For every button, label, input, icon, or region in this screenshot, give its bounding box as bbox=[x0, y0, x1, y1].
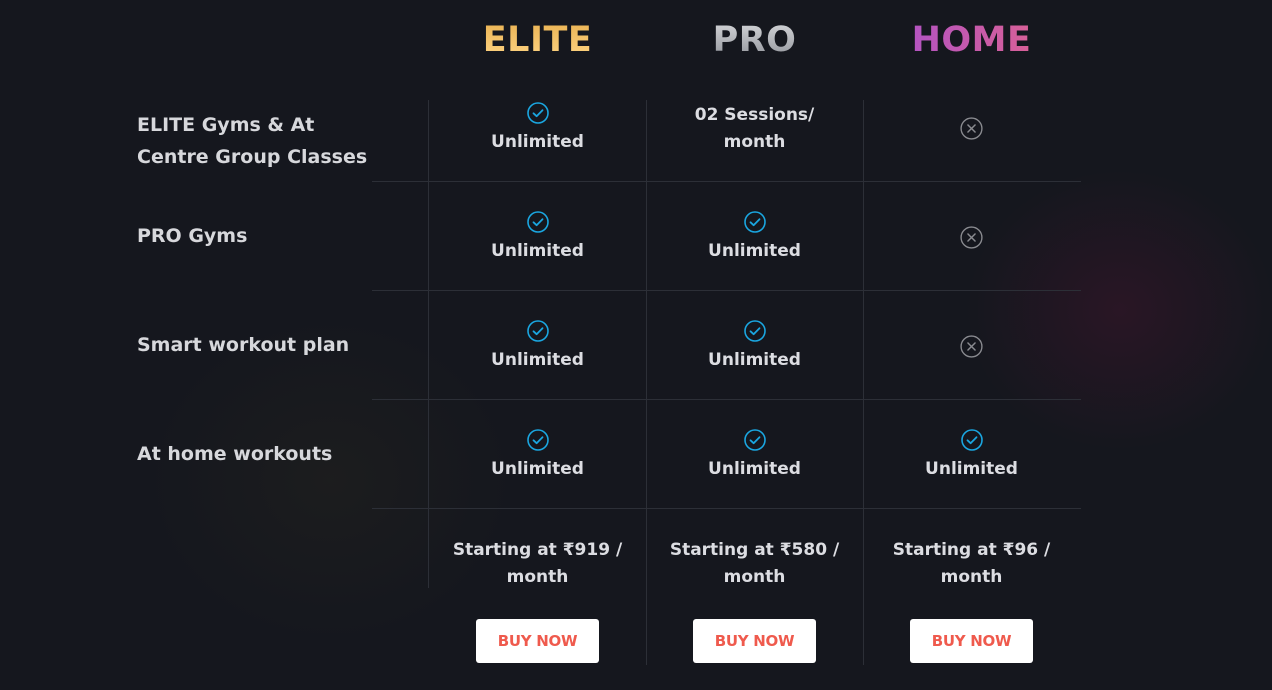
price-line: Starting at ₹96 / bbox=[892, 540, 1051, 560]
feature-value: Unlimited bbox=[925, 459, 1018, 479]
feature-value: Unlimited bbox=[708, 459, 801, 479]
x-circle-icon bbox=[960, 226, 983, 249]
feature-label-pro-gyms: PRO Gyms bbox=[137, 225, 248, 247]
feature-value: 02 Sessions/ month bbox=[694, 104, 815, 152]
x-circle-icon bbox=[960, 117, 983, 140]
feature-cell-elite: Unlimited bbox=[429, 74, 646, 183]
feature-value: Unlimited bbox=[491, 350, 584, 370]
feature-value: Unlimited bbox=[491, 132, 584, 152]
feature-label-elite-gyms: ELITE Gyms & At Centre Group Classes bbox=[137, 114, 368, 168]
feature-cell-pro: 02 Sessions/ month bbox=[646, 74, 863, 183]
feature-value: Unlimited bbox=[491, 459, 584, 479]
feature-label-smart-workout-plan: Smart workout plan bbox=[137, 334, 350, 356]
check-circle-icon bbox=[526, 429, 549, 451]
check-circle-icon bbox=[743, 429, 766, 451]
check-circle-icon bbox=[526, 320, 549, 342]
check-circle-icon bbox=[526, 211, 549, 233]
feature-cell-elite: Unlimited bbox=[429, 292, 646, 401]
plan-header-pro: PRO bbox=[646, 18, 863, 62]
feature-cell-home: Unlimited bbox=[863, 401, 1080, 510]
plan-header-home: HOME bbox=[863, 18, 1080, 62]
feature-cell-elite: Unlimited bbox=[429, 183, 646, 292]
plan-header-elite: ELITE bbox=[429, 18, 646, 62]
x-circle-icon bbox=[960, 335, 983, 358]
feature-value: Unlimited bbox=[708, 241, 801, 261]
feature-cell-home bbox=[863, 183, 1080, 292]
check-circle-icon bbox=[743, 320, 766, 342]
price-line: Starting at ₹580 / bbox=[669, 540, 840, 560]
feature-cell-home bbox=[863, 292, 1080, 401]
feature-cell-pro: Unlimited bbox=[646, 292, 863, 401]
price-line: Starting at ₹919 / bbox=[452, 540, 623, 560]
feature-cell-elite: Unlimited bbox=[429, 401, 646, 510]
price-elite: Starting at ₹919 / month bbox=[429, 537, 646, 591]
feature-cell-home bbox=[863, 74, 1080, 183]
feature-label-at-home-workouts: At home workouts bbox=[137, 443, 333, 465]
price-period: month bbox=[506, 567, 569, 587]
price-period: month bbox=[723, 567, 786, 587]
check-circle-icon bbox=[960, 429, 983, 451]
feature-cell-pro: Unlimited bbox=[646, 183, 863, 292]
price-period: month bbox=[940, 567, 1003, 587]
buy-now-button-home[interactable]: BUY NOW bbox=[910, 619, 1033, 663]
check-circle-icon bbox=[526, 102, 549, 124]
feature-value: Unlimited bbox=[491, 241, 584, 261]
feature-cell-pro: Unlimited bbox=[646, 401, 863, 510]
price-pro: Starting at ₹580 / month bbox=[646, 537, 863, 591]
buy-now-button-pro[interactable]: BUY NOW bbox=[693, 619, 816, 663]
feature-value: Unlimited bbox=[708, 350, 801, 370]
buy-now-button-elite[interactable]: BUY NOW bbox=[476, 619, 599, 663]
price-home: Starting at ₹96 / month bbox=[863, 537, 1080, 591]
check-circle-icon bbox=[743, 211, 766, 233]
